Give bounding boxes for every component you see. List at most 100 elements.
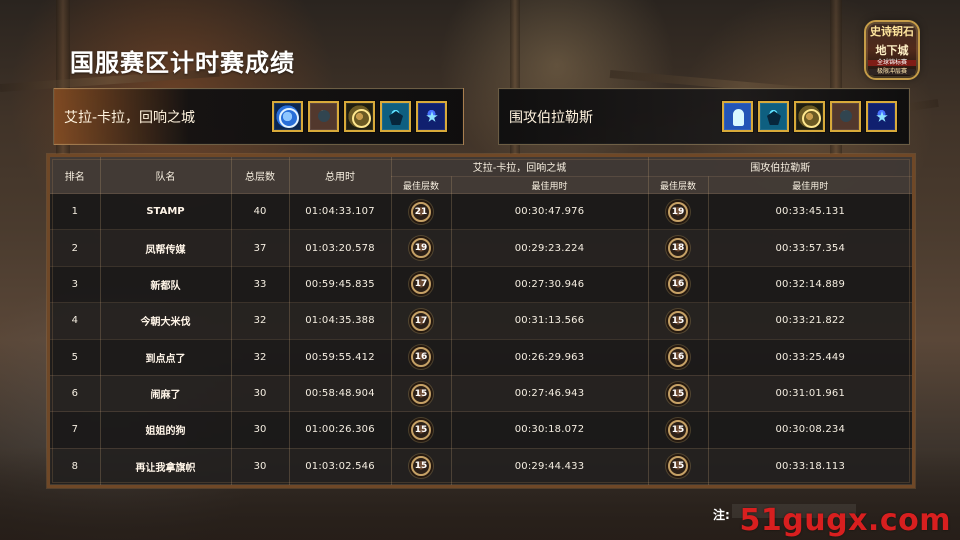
team-name-cell: 姐姐的狗 [100,411,232,449]
dungeon1-time-cell: 00:29:44.433 [451,448,649,486]
affix-row [272,101,447,132]
dungeon2-time-cell: 00:33:57.354 [708,229,913,267]
rank-cell: 2 [50,229,101,267]
results-table: 排名 队名 总层数 总用时 艾拉-卡拉，回响之城 围攻伯拉勒斯 最佳层数 最佳用… [50,157,913,486]
table-row: 6 闹麻了 30 00:58:48.904 15 00:27:46.943 15… [50,375,913,413]
event-logo: 史诗钥石 地下城 全球锦标赛 极限冲层赛 [864,20,920,80]
total-levels-header: 总层数 [231,157,290,194]
dungeon2-level-badge: 19 [668,201,689,222]
team-header: 队名 [100,157,232,194]
dungeon2-level-badge: 15 [668,419,689,440]
dungeon2-level-badge: 15 [668,383,689,404]
dungeon2-level-cell: 16 [648,339,709,376]
rank-cell: 3 [50,266,101,304]
total-levels-cell: 30 [231,448,290,486]
team-name-cell: 再让我拿旗帜 [100,448,232,486]
dungeon2-level-cell: 15 [648,448,709,486]
table-row: 4 今朝大米伐 32 01:04:35.388 17 00:31:13.566 … [50,302,913,340]
dungeon2-level-cell: 16 [648,266,709,304]
dungeon1-level-cell: 17 [391,302,452,340]
total-time-cell: 01:04:35.388 [289,302,392,340]
team-name-cell: 闹麻了 [100,375,232,413]
team-name-cell: 到点点了 [100,339,232,376]
rank-cell: 1 [50,193,101,231]
dungeon1-time-cell: 00:27:30.946 [451,266,649,304]
total-levels-cell: 30 [231,411,290,449]
dungeon2-level-badge: 16 [668,274,689,295]
rank-cell: 7 [50,411,101,449]
dungeon1-level-cell: 15 [391,375,452,413]
dungeon1-level-cell: 15 [391,448,452,486]
dungeon1-level-badge: 15 [411,456,431,477]
dungeon2-time-cell: 00:33:18.113 [708,448,913,486]
rank-cell: 8 [50,448,101,486]
total-levels-cell: 40 [231,193,290,231]
dungeon-name: 围攻伯拉勒斯 [509,110,593,126]
dungeon1-level-badge: 15 [411,419,431,440]
dungeon-panel-siege-of-boralus: 围攻伯拉勒斯 [498,88,910,145]
rank-cell: 4 [50,302,101,340]
total-levels-cell: 30 [231,375,290,413]
dungeon1-level-badge: 17 [411,274,431,295]
page-title: 国服赛区计时赛成绩 [70,49,295,77]
total-time-cell: 01:03:02.546 [289,448,392,486]
footer-note-prefix: 注: [713,508,730,522]
dungeon2-time-cell: 00:31:01.961 [708,375,913,413]
dungeon2-group-header: 围攻伯拉勒斯 [648,157,913,177]
dungeon1-time-cell: 00:30:47.976 [451,193,649,231]
cyan-demon-affix-icon [758,101,789,132]
affix-row [722,101,897,132]
dungeon1-time-cell: 00:29:23.224 [451,229,649,267]
dungeon1-level-badge: 15 [411,383,431,404]
dungeon1-time-cell: 00:30:18.072 [451,411,649,449]
logo-line-4: 极限冲层赛 [869,68,915,76]
total-time-header: 总用时 [289,157,392,194]
table-row: 8 再让我拿旗帜 30 01:03:02.546 15 00:29:44.433… [50,448,913,486]
dungeon1-level-cell: 16 [391,339,452,376]
dungeon1-level-cell: 19 [391,229,452,267]
dungeon2-level-cell: 19 [648,193,709,231]
dungeon1-group-header: 艾拉-卡拉，回响之城 [391,157,649,177]
logo-line-2: 地下城 [875,44,909,57]
dungeon-name: 艾拉-卡拉，回响之城 [64,110,196,126]
total-levels-cell: 32 [231,302,290,340]
rank-cell: 5 [50,339,101,376]
table-row: 3 新都队 33 00:59:45.835 17 00:27:30.946 16… [50,266,913,304]
dungeon2-time-cell: 00:33:45.131 [708,193,913,231]
results-table-panel: 排名 队名 总层数 总用时 艾拉-卡拉，回响之城 围攻伯拉勒斯 最佳层数 最佳用… [47,154,915,488]
total-time-cell: 01:03:20.578 [289,229,392,267]
brown-figure-affix-icon [830,101,861,132]
table-row: 7 姐姐的狗 30 01:00:26.306 15 00:30:18.072 1… [50,411,913,449]
total-time-cell: 00:59:55.412 [289,339,392,376]
table-row: 5 到点点了 32 00:59:55.412 16 00:26:29.963 1… [50,339,913,376]
dungeon2-time-cell: 00:30:08.234 [708,411,913,449]
dungeon2-level-cell: 15 [648,375,709,413]
dungeon2-level-badge: 18 [668,238,689,259]
dungeon-panel-ara-kara: 艾拉-卡拉，回响之城 [53,88,464,145]
team-name-cell: 今朝大米伐 [100,302,232,340]
dungeon2-level-cell: 15 [648,302,709,340]
dungeon1-level-badge: 21 [411,201,431,222]
rank-header: 排名 [50,157,101,194]
site-watermark: 51gugx.com [739,503,951,538]
total-time-cell: 01:00:26.306 [289,411,392,449]
rank-cell: 6 [50,375,101,413]
dungeon2-time-cell: 00:33:21.822 [708,302,913,340]
team-name-cell: STAMP [100,193,232,231]
dungeon1-time-cell: 00:27:46.943 [451,375,649,413]
dungeon1-best-level-header: 最佳层数 [391,176,452,194]
dungeon2-level-cell: 15 [648,411,709,449]
total-levels-cell: 32 [231,339,290,376]
brown-figure-affix-icon [308,101,339,132]
blue-figure-affix-icon [722,101,753,132]
dungeon1-level-badge: 17 [411,310,431,331]
dungeon2-level-badge: 15 [668,310,689,331]
team-name-cell: 新都队 [100,266,232,304]
total-time-cell: 00:58:48.904 [289,375,392,413]
team-name-cell: 凤帮传媒 [100,229,232,267]
dungeon1-best-time-header: 最佳用时 [451,176,649,194]
gold-ring-affix-icon [794,101,825,132]
table-row: 1 STAMP 40 01:04:33.107 21 00:30:47.976 … [50,193,913,231]
blue-circle-affix-icon [272,101,303,132]
cyan-demon-affix-icon [380,101,411,132]
